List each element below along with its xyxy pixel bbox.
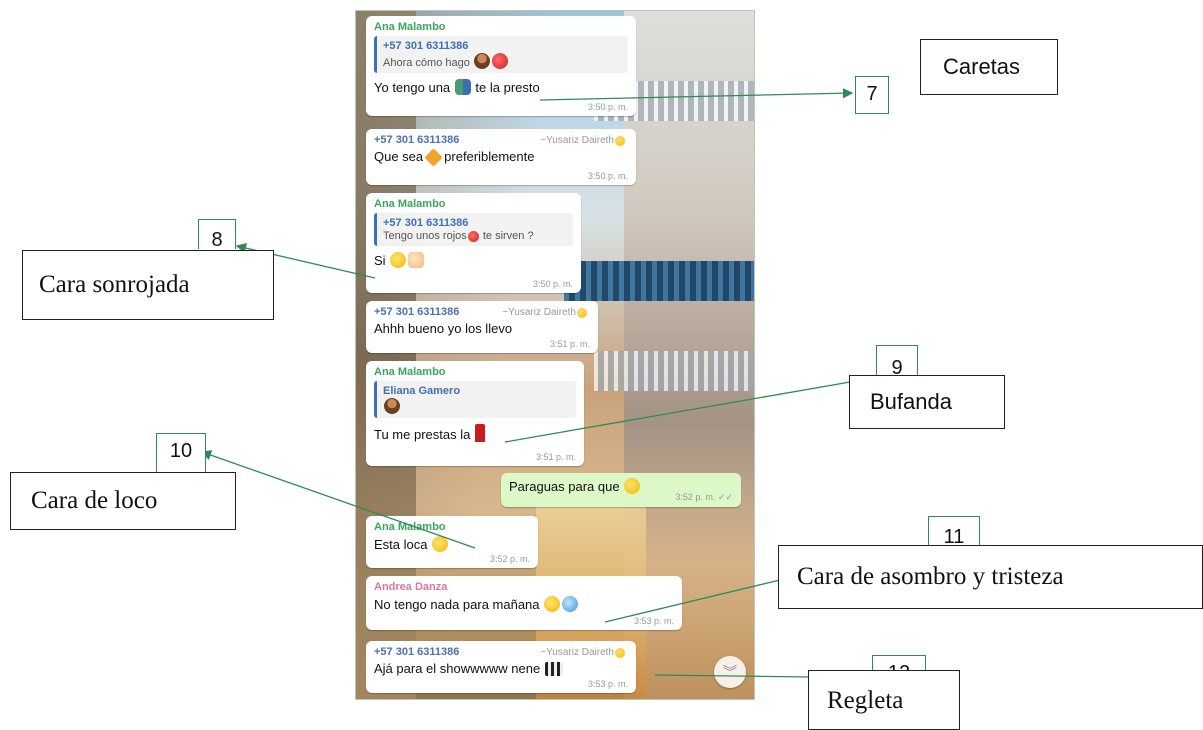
- sender-name: Ana Malambo: [374, 198, 446, 210]
- smile-icon: [615, 648, 625, 658]
- background-balcony: [594, 351, 754, 391]
- sender-alias: ~Yusariz Daireth: [540, 647, 626, 658]
- sender-name: Ana Malambo: [374, 366, 446, 378]
- message-text: Yo tengo una te la presto: [374, 79, 540, 95]
- thumbs-up-icon: [408, 252, 425, 268]
- smile-icon: [577, 308, 587, 318]
- message-time: 3:50 p. m.: [587, 102, 628, 112]
- message-time: 3:50 p. m.: [532, 279, 573, 289]
- astonished-face-icon: [562, 596, 579, 612]
- message-time: 3:53 p. m.: [587, 679, 628, 689]
- message-bubble[interactable]: Ana Malambo +57 301 6311386 Tengo unos r…: [366, 193, 581, 293]
- message-text: No tengo nada para mañana: [374, 596, 674, 612]
- quote-author: +57 301 6311386: [383, 40, 469, 52]
- sad-face-icon: [544, 596, 561, 612]
- chat-screenshot: Ana Malambo +57 301 6311386 Ahora cómo h…: [355, 10, 755, 700]
- rolling-eyes-icon: [624, 478, 641, 494]
- message-time: 3:50 p. m.: [587, 171, 628, 181]
- annotation-number-7: 7: [855, 76, 889, 114]
- orange-diamond-icon: [424, 148, 443, 167]
- person-emoji-icon: [473, 53, 490, 69]
- quote-text: [383, 398, 570, 414]
- message-time: 3:51 p. m.: [535, 452, 576, 462]
- clapperboard-icon: [544, 662, 563, 676]
- message-text: Esta loca: [374, 536, 530, 552]
- annotation-caretas: Caretas: [920, 39, 1058, 95]
- annotation-sonrojada: Cara sonrojada: [22, 250, 274, 320]
- quoted-message[interactable]: Eliana Gamero: [374, 381, 576, 418]
- message-bubble[interactable]: +57 301 6311386 ~Yusariz Daireth Ajá par…: [366, 641, 636, 693]
- message-text: Ahhh bueno yo los llevo: [374, 321, 513, 336]
- theater-masks-icon: [454, 79, 471, 95]
- chevron-double-down-icon: ︾: [723, 664, 737, 680]
- message-bubble[interactable]: Ana Malambo Eliana Gamero Tu me prestas …: [366, 361, 584, 466]
- message-bubble[interactable]: Ana Malambo Esta loca 3:52 p. m.: [366, 516, 538, 568]
- sender-name: Ana Malambo: [374, 21, 446, 33]
- double-check-icon: ✓✓: [717, 492, 733, 502]
- message-text: Ajá para el showwwww nene: [374, 661, 628, 676]
- sender-name: Andrea Danza: [374, 581, 448, 593]
- message-bubble-outgoing[interactable]: Paraguas para que 3:52 p. m. ✓✓: [501, 473, 741, 507]
- message-text: Si: [374, 252, 573, 268]
- message-bubble[interactable]: +57 301 6311386 ~Yusariz Daireth Que sea…: [366, 129, 636, 185]
- sender-name: Ana Malambo: [374, 521, 446, 533]
- annotation-loco: Cara de loco: [10, 472, 236, 530]
- message-time: 3:52 p. m.: [489, 554, 530, 564]
- quoted-message[interactable]: +57 301 6311386 Tengo unos rojos te sirv…: [374, 213, 573, 246]
- annotation-regleta: Regleta: [808, 670, 960, 730]
- annotation-number-11: 11: [928, 516, 980, 548]
- quote-text: Tengo unos rojos te sirven ?: [383, 230, 534, 242]
- annotation-number-10: 10: [156, 433, 206, 473]
- annotation-number-8: 8: [198, 219, 236, 251]
- quoted-message[interactable]: +57 301 6311386 Ahora cómo hago: [374, 36, 628, 73]
- message-bubble[interactable]: Ana Malambo +57 301 6311386 Ahora cómo h…: [366, 16, 636, 116]
- angry-face-icon: [491, 53, 508, 69]
- message-text: Tu me prestas la: [374, 424, 576, 442]
- quote-author: +57 301 6311386: [383, 217, 469, 229]
- quote-author: Eliana Gamero: [383, 385, 461, 397]
- quote-text: Ahora cómo hago: [383, 53, 622, 69]
- zany-face-icon: [432, 536, 449, 552]
- sender-alias: ~Yusariz Daireth: [540, 135, 626, 146]
- annotation-bufanda: Bufanda: [849, 375, 1005, 429]
- scarf-icon: [474, 424, 485, 442]
- person-emoji-icon: [384, 398, 400, 414]
- message-time: 3:52 p. m. ✓✓: [675, 492, 733, 502]
- scroll-down-button[interactable]: ︾: [714, 656, 746, 688]
- smile-icon: [615, 136, 625, 146]
- message-bubble[interactable]: +57 301 6311386 ~Yusariz Daireth Ahhh bu…: [366, 301, 598, 353]
- annotation-asombro: Cara de asombro y tristeza: [778, 545, 1203, 609]
- red-circle-icon: [467, 231, 479, 242]
- message-bubble[interactable]: Andrea Danza No tengo nada para mañana 3…: [366, 576, 682, 630]
- message-time: 3:51 p. m.: [549, 339, 590, 349]
- background-balcony: [564, 261, 754, 301]
- message-time: 3:53 p. m.: [633, 616, 674, 626]
- sender-alias: ~Yusariz Daireth: [502, 307, 588, 318]
- message-text: Que sea preferiblemente: [374, 148, 628, 167]
- blushing-face-icon: [390, 252, 407, 268]
- annotation-number-9: 9: [876, 345, 918, 379]
